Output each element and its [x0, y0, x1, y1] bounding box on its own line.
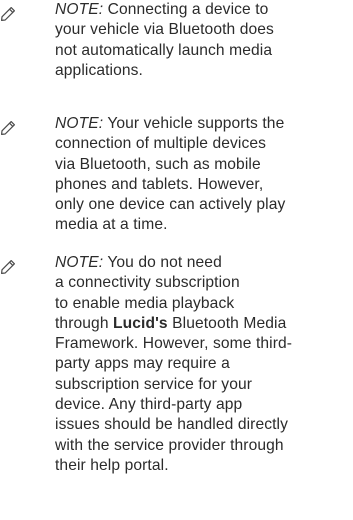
- note-line-text: Bluetooth Media: [172, 314, 287, 332]
- note-line: NOTE: Connecting a device to: [55, 0, 353, 20]
- note-line: device. Any third-party app: [55, 396, 243, 414]
- note-line-text: Your vehicle supports the: [107, 115, 285, 132]
- note-label: NOTE:: [55, 254, 104, 271]
- note-line: via Bluetooth, such as mobile: [55, 155, 261, 173]
- pencil-icon: [1, 121, 15, 135]
- note-line: only one device can actively play: [55, 196, 286, 214]
- note-line: Framework. However, some third-: [55, 335, 293, 353]
- note-label: NOTE:: [55, 1, 104, 18]
- note-line: your vehicle via Bluetooth does: [55, 21, 274, 39]
- note-text: NOTE: Connecting a device to your vehicl…: [55, 0, 353, 81]
- note-line: to enable media playback: [55, 294, 235, 312]
- note-line: issues should be handled directly: [55, 416, 289, 434]
- note-line: media at a time.: [55, 216, 168, 234]
- note-line-text: through: [55, 314, 109, 332]
- note-text: NOTE: You do not need a connectivity sub…: [55, 253, 353, 476]
- pencil-icon: [1, 260, 15, 274]
- note-line-text: You do not need: [107, 254, 222, 271]
- notes-page: NOTE: Connecting a device to your vehicl…: [0, 0, 353, 520]
- note-line: NOTE: You do not need: [55, 253, 353, 273]
- note-line: party apps may require a: [55, 355, 230, 373]
- note-line: through Lucid's Bluetooth Media: [55, 314, 353, 334]
- note-line: connection of multiple devices: [55, 135, 267, 153]
- note-label: NOTE:: [55, 115, 104, 132]
- note-line: their help portal.: [55, 456, 169, 474]
- note-text: NOTE: Your vehicle supports the connecti…: [55, 114, 353, 236]
- pencil-icon: [1, 7, 15, 21]
- note-line-text: Connecting a device to: [107, 1, 269, 18]
- note-line: not automatically launch media: [55, 41, 273, 59]
- note-line: a connectivity subscription: [55, 274, 240, 292]
- note-line: subscription service for your: [55, 375, 253, 393]
- note-line: phones and tablets. However,: [55, 175, 264, 193]
- note-line: applications.: [55, 61, 143, 79]
- note-line: with the service provider through: [55, 436, 284, 454]
- brand-name: Lucid's: [113, 314, 168, 332]
- note-line: NOTE: Your vehicle supports the: [55, 114, 353, 134]
